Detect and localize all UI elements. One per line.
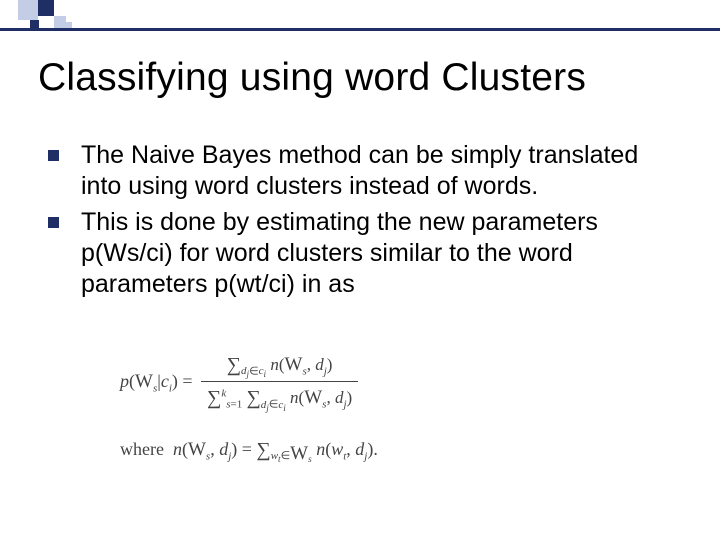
list-item: This is done by estimating the new param…: [48, 207, 678, 301]
bullet-text: The Naive Bayes method can be simply tra…: [81, 140, 678, 203]
formula-where: where n(Ws, dj) = ∑wt∈Ws n(wt, dj).: [120, 438, 640, 466]
slide-title: Classifying using word Clusters: [38, 56, 586, 100]
slide-corner-decoration: [0, 0, 720, 42]
formula-block: p(Ws|ci) = ∑dj∈ci n(Ws, dj) ∑ks=1 ∑dj∈ci…: [120, 350, 640, 465]
square-bullet-icon: [48, 217, 59, 228]
where-label: where: [120, 439, 164, 459]
slide-body: The Naive Bayes method can be simply tra…: [48, 140, 678, 304]
square-bullet-icon: [48, 150, 59, 161]
formula-main: p(Ws|ci) = ∑dj∈ci n(Ws, dj) ∑ks=1 ∑dj∈ci…: [120, 350, 640, 416]
list-item: The Naive Bayes method can be simply tra…: [48, 140, 678, 203]
bullet-text: This is done by estimating the new param…: [81, 207, 678, 301]
